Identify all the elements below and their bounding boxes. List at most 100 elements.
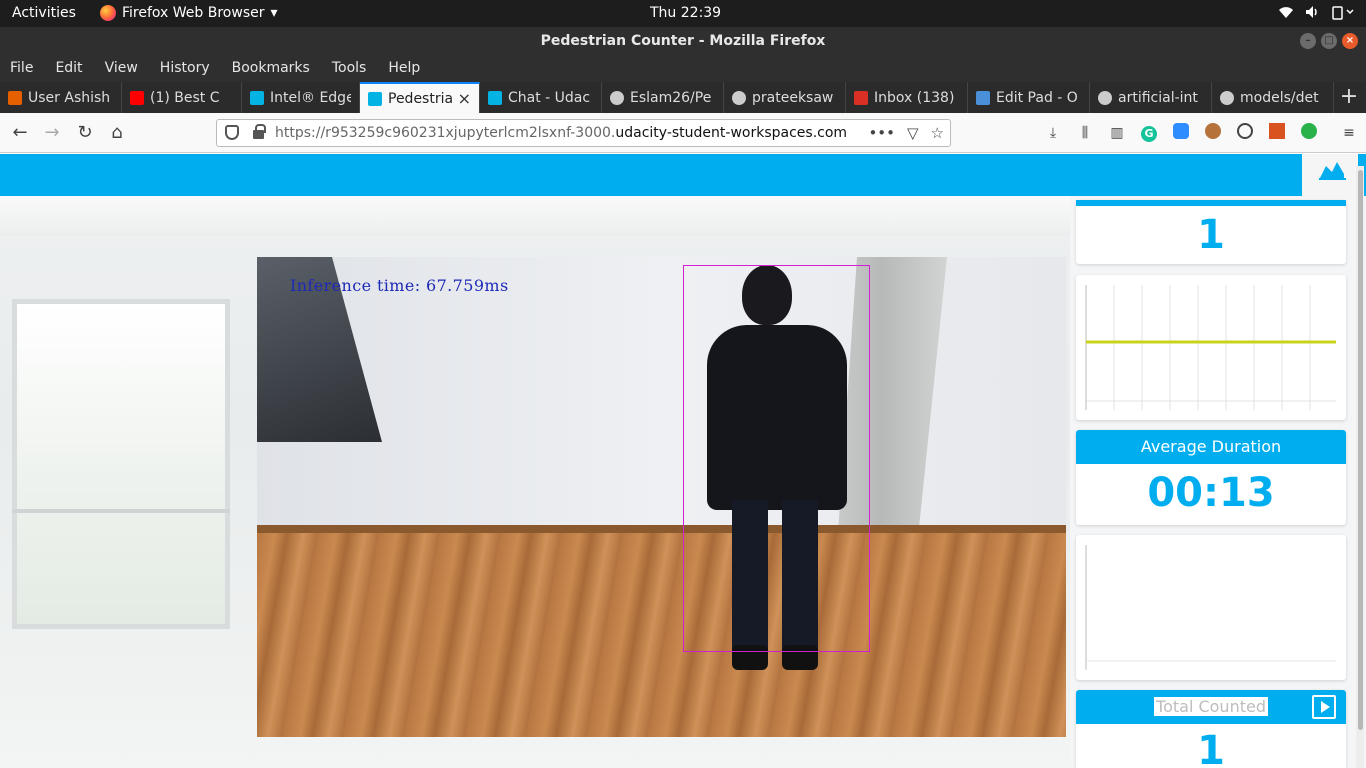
cookie-icon[interactable] bbox=[1202, 123, 1224, 143]
current-count-value: 1 bbox=[1197, 212, 1225, 258]
url-bar[interactable]: https://r953259c960231xjupyterlcm2lsxnf-… bbox=[216, 119, 951, 147]
power-icon bbox=[1332, 6, 1354, 20]
app-header bbox=[0, 154, 1366, 196]
area-chart-icon bbox=[1319, 162, 1346, 180]
tab-7[interactable]: Inbox (138) bbox=[846, 82, 968, 113]
menu-file[interactable]: File bbox=[10, 55, 41, 82]
tab-label: User Ashish bbox=[28, 89, 111, 106]
hamburger-menu-icon[interactable]: ≡ bbox=[1338, 123, 1360, 143]
tab-label: prateeksaw bbox=[752, 89, 834, 106]
home-icon[interactable]: ⌂ bbox=[105, 121, 129, 145]
url-domain: udacity-student-workspaces.com bbox=[615, 125, 848, 141]
system-tray[interactable] bbox=[1278, 4, 1354, 20]
total-counted-label: Total Counted bbox=[1154, 697, 1268, 716]
tab-5[interactable]: Eslam26/Pe bbox=[602, 82, 724, 113]
menu-help[interactable]: Help bbox=[388, 55, 428, 82]
library-icon[interactable]: ⫼ bbox=[1074, 123, 1096, 143]
pocket-icon[interactable]: ▽ bbox=[907, 120, 919, 146]
firefox-logo-icon bbox=[100, 5, 116, 21]
tab-label: Eslam26/Pe bbox=[630, 89, 712, 106]
screen: { "system": { "activities": "Activities"… bbox=[0, 0, 1366, 768]
menu-view[interactable]: View bbox=[105, 55, 146, 82]
zoom-icon[interactable] bbox=[1170, 123, 1192, 143]
window-titlebar[interactable]: Pedestrian Counter - Mozilla Firefox – □… bbox=[0, 27, 1366, 55]
app-menu-label: Firefox Web Browser bbox=[122, 5, 265, 21]
average-duration-header: Average Duration bbox=[1076, 430, 1346, 464]
menu-bar: File Edit View History Bookmarks Tools H… bbox=[0, 55, 1366, 82]
video-wall bbox=[257, 257, 1066, 532]
new-tab-button[interactable]: + bbox=[1334, 82, 1364, 113]
tab-label: Pedestria bbox=[388, 90, 452, 107]
tab-4[interactable]: Chat - Udac bbox=[480, 82, 602, 113]
menu-bookmarks[interactable]: Bookmarks bbox=[232, 55, 318, 82]
tab-3[interactable]: Pedestria × bbox=[360, 82, 480, 113]
activities-button[interactable]: Activities bbox=[12, 5, 76, 21]
page-actions-icon[interactable]: ••• bbox=[868, 120, 895, 146]
current-count-card: 1 bbox=[1076, 200, 1346, 264]
average-duration-value: 00:13 bbox=[1147, 470, 1275, 516]
udacity-icon bbox=[488, 90, 502, 105]
gnome-top-bar: Activities Firefox Web Browser ▾ Thu 22:… bbox=[0, 0, 1366, 27]
github-icon bbox=[1220, 90, 1234, 105]
extension-icon[interactable] bbox=[1266, 123, 1288, 143]
tab-label: Intel® Edge bbox=[270, 89, 351, 106]
tab-6[interactable]: prateeksaw bbox=[724, 82, 846, 113]
udacity-user-icon bbox=[8, 90, 22, 105]
tab-label: artificial-int bbox=[1118, 89, 1198, 106]
chevron-down-icon: ▾ bbox=[270, 5, 278, 21]
tab-label: (1) Best C bbox=[150, 89, 220, 106]
navigation-toolbar: ← → ↻ ⌂ https://r953259c960231xjupyterlc… bbox=[0, 113, 1366, 153]
reload-icon[interactable]: ↻ bbox=[73, 121, 97, 145]
lock-icon[interactable] bbox=[253, 124, 266, 139]
tab-9[interactable]: artificial-int bbox=[1090, 82, 1212, 113]
url-prefix: https://r953259c960231xjupyterlcm2lsxnf-… bbox=[275, 125, 616, 141]
average-duration-card: Average Duration 00:13 bbox=[1076, 430, 1346, 525]
maximize-button[interactable]: □ bbox=[1321, 33, 1337, 49]
tab-10[interactable]: models/det bbox=[1212, 82, 1334, 113]
background-window bbox=[12, 299, 230, 629]
back-icon[interactable]: ← bbox=[8, 121, 32, 145]
close-tab-icon[interactable]: × bbox=[458, 89, 471, 108]
app-menu[interactable]: Firefox Web Browser ▾ bbox=[100, 5, 278, 21]
page-scrollbar-thumb[interactable] bbox=[1358, 170, 1363, 730]
clock[interactable]: Thu 22:39 bbox=[650, 5, 721, 21]
video-feed: Inference time: 67.759ms bbox=[257, 257, 1066, 737]
green-extension-icon[interactable] bbox=[1298, 123, 1320, 143]
tab-2[interactable]: Intel® Edge bbox=[242, 82, 360, 113]
background-railing bbox=[12, 509, 230, 513]
tab-0[interactable]: User Ashish bbox=[0, 82, 122, 113]
detection-bounding-box bbox=[683, 265, 870, 652]
forward-icon[interactable]: → bbox=[40, 121, 64, 145]
minimize-button[interactable]: – bbox=[1300, 33, 1316, 49]
inference-time-label: Inference time: 67.759ms bbox=[290, 276, 509, 295]
wifi-icon bbox=[1279, 7, 1293, 18]
github-icon bbox=[610, 90, 624, 105]
menu-history[interactable]: History bbox=[160, 55, 218, 82]
sidebar-icon[interactable]: ▥ bbox=[1106, 123, 1128, 143]
tab-label: Inbox (138) bbox=[874, 89, 955, 106]
menu-tools[interactable]: Tools bbox=[332, 55, 375, 82]
close-window-button[interactable]: × bbox=[1342, 33, 1358, 49]
tab-1[interactable]: (1) Best C bbox=[122, 82, 242, 113]
total-counted-card: Total Counted 1 bbox=[1076, 690, 1346, 768]
tab-8[interactable]: Edit Pad - O bbox=[968, 82, 1090, 113]
menu-edit[interactable]: Edit bbox=[55, 55, 90, 82]
app-page: Inference time: 67.759ms 1 Average Durat… bbox=[0, 154, 1366, 768]
total-counted-value: 1 bbox=[1197, 728, 1225, 768]
youtube-icon bbox=[130, 90, 144, 105]
tracking-shield-icon[interactable] bbox=[225, 125, 239, 140]
count-chart-card bbox=[1076, 275, 1346, 420]
volume-icon bbox=[1306, 6, 1317, 18]
editpad-icon bbox=[976, 90, 990, 105]
grammarly-icon[interactable]: G bbox=[1138, 123, 1160, 143]
downloads-icon[interactable]: ⤓ bbox=[1042, 123, 1064, 143]
github-icon bbox=[1098, 90, 1112, 105]
stats-toggle-button[interactable] bbox=[1302, 154, 1358, 198]
account-icon[interactable] bbox=[1234, 123, 1256, 143]
bookmark-star-icon[interactable]: ☆ bbox=[931, 120, 944, 146]
play-icon[interactable] bbox=[1312, 695, 1336, 719]
tab-label: Chat - Udac bbox=[508, 89, 591, 106]
window-title: Pedestrian Counter - Mozilla Firefox bbox=[540, 33, 826, 49]
tab-label: Edit Pad - O bbox=[996, 89, 1078, 106]
tab-strip: User Ashish (1) Best C Intel® Edge Pedestri… bbox=[0, 82, 1366, 113]
